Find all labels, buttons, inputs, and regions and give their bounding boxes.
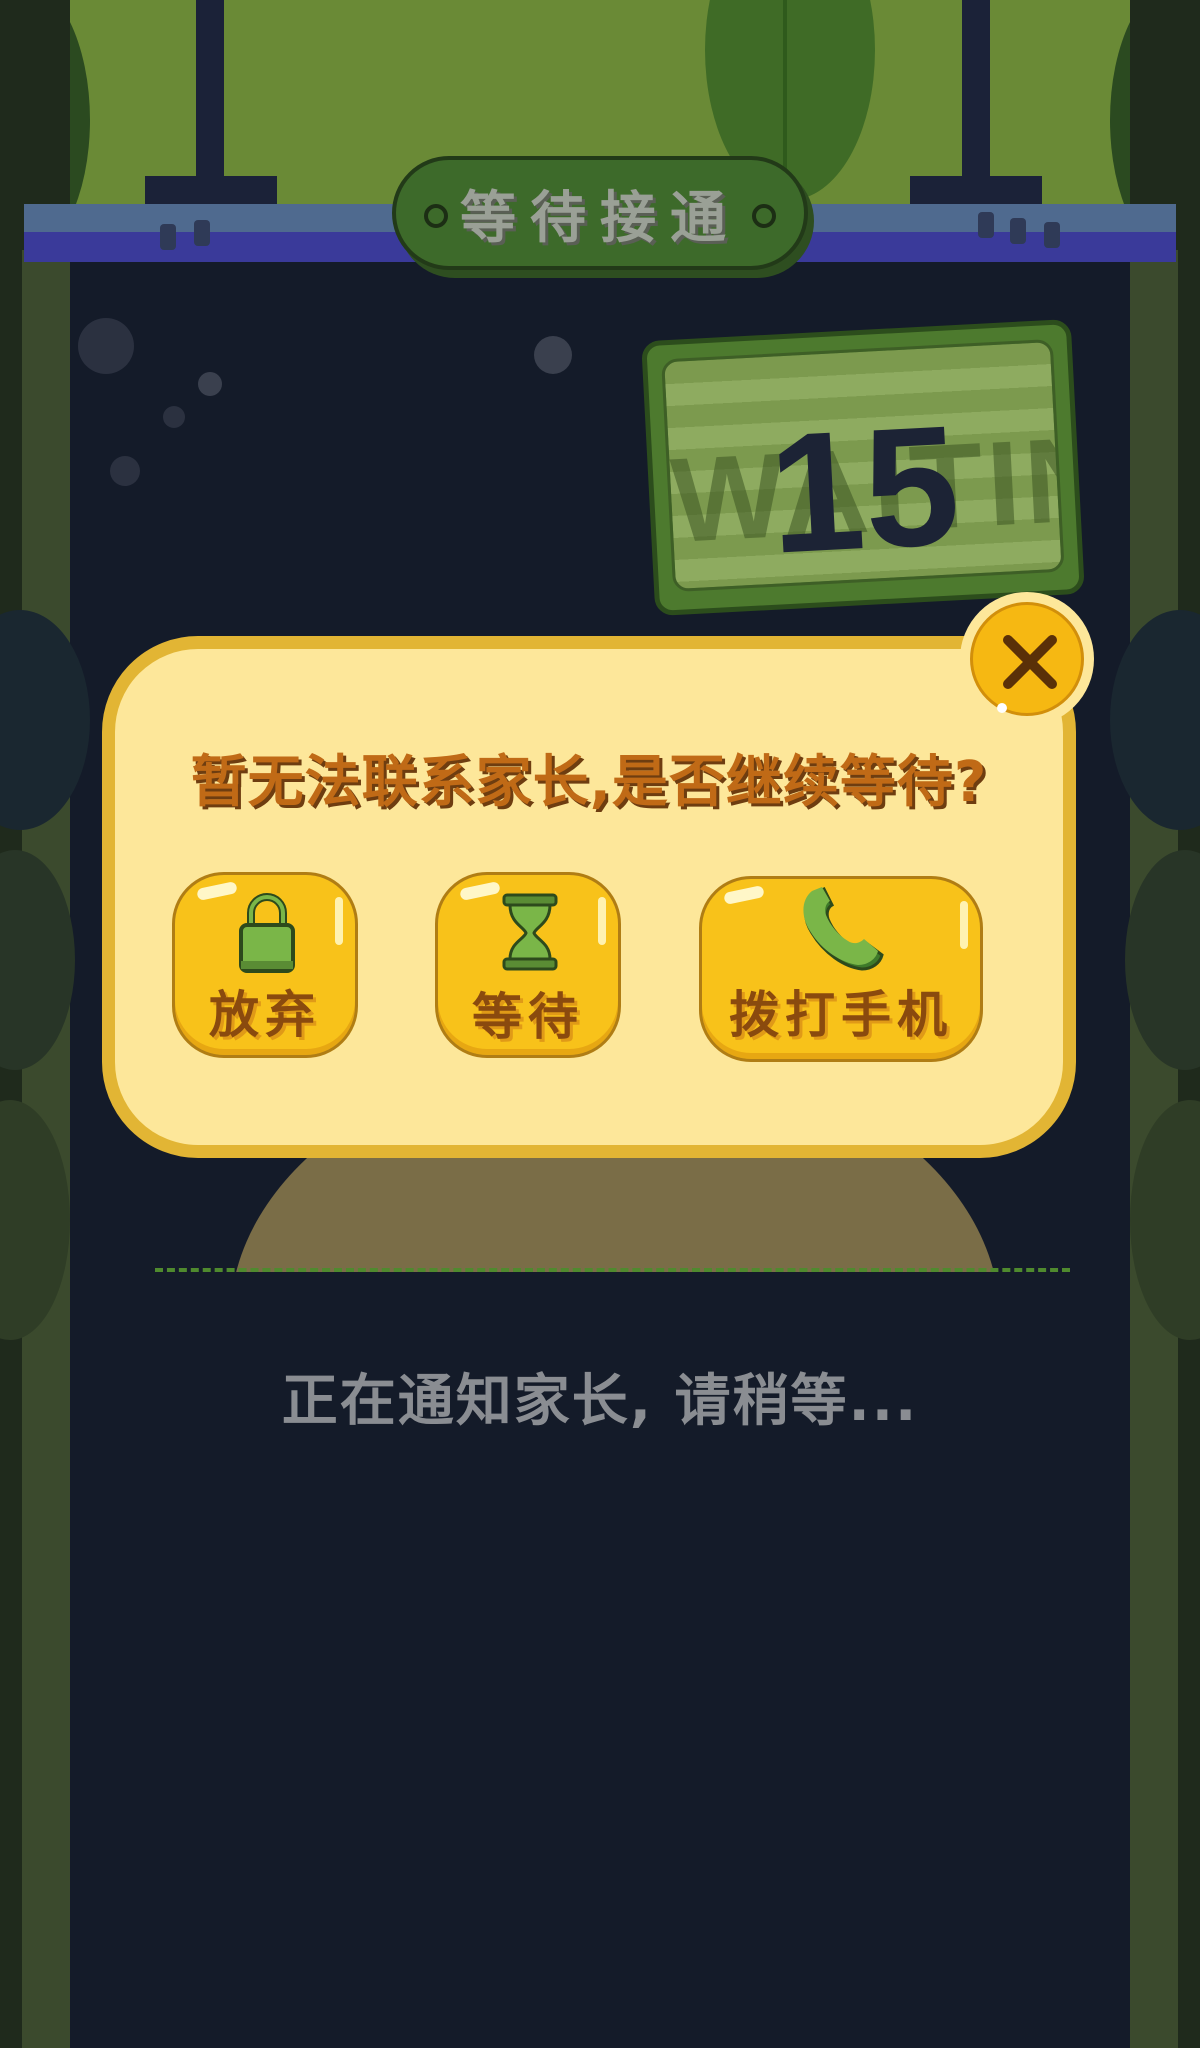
waiting-sign-board: WAITING 15 (661, 338, 1065, 593)
bolt (160, 224, 176, 250)
bubble (78, 318, 134, 374)
bolt (1044, 222, 1060, 248)
hourglass-icon (502, 893, 558, 971)
close-glint (997, 703, 1007, 713)
countdown-number: 15 (764, 390, 964, 590)
bolt (194, 220, 210, 246)
button-shine (723, 884, 765, 906)
button-shine (196, 880, 238, 902)
left-pole-base (145, 176, 277, 204)
bubble (534, 336, 572, 374)
pill-rivet-left (424, 204, 448, 228)
bubble (163, 406, 185, 428)
button-shine (459, 880, 501, 902)
page-title: 等待接通 (460, 185, 740, 251)
dialog-message: 暂无法联系家长,是否继续等待? (190, 750, 988, 815)
bubble (198, 372, 222, 396)
bubble (110, 456, 140, 486)
button-shine (335, 897, 343, 945)
lock-icon (239, 893, 295, 973)
wait-button[interactable]: 等待 (435, 872, 621, 1058)
bolt (1010, 218, 1026, 244)
call-mobile-label: 拨打手机 (729, 986, 953, 1044)
close-button[interactable] (960, 592, 1094, 726)
ground-line (155, 1268, 1070, 1272)
waiting-screen: 等待接通 WAITING 15 暂无法联系家长,是否继续等待? 放弃 等待 拨打… (0, 0, 1200, 2048)
wait-label: 等待 (472, 988, 584, 1046)
phone-icon (803, 887, 884, 971)
close-icon (1003, 635, 1057, 689)
bolt (978, 212, 994, 238)
title-pill: 等待接通 (392, 156, 808, 270)
button-shine (960, 901, 968, 949)
button-shine (598, 897, 606, 945)
give-up-button[interactable]: 放弃 (172, 872, 358, 1058)
pill-rivet-right (752, 204, 776, 228)
waiting-sign: WAITING 15 (641, 318, 1085, 617)
close-button-face (970, 602, 1084, 716)
right-pole-base (910, 176, 1042, 204)
status-message: 正在通知家长, 请稍等... (281, 1369, 919, 1434)
give-up-label: 放弃 (209, 986, 321, 1044)
right-pole (962, 0, 990, 180)
continue-waiting-dialog: 暂无法联系家长,是否继续等待? 放弃 等待 拨打手机 (102, 636, 1076, 1158)
call-mobile-button[interactable]: 拨打手机 (699, 876, 983, 1062)
left-pole (196, 0, 224, 180)
